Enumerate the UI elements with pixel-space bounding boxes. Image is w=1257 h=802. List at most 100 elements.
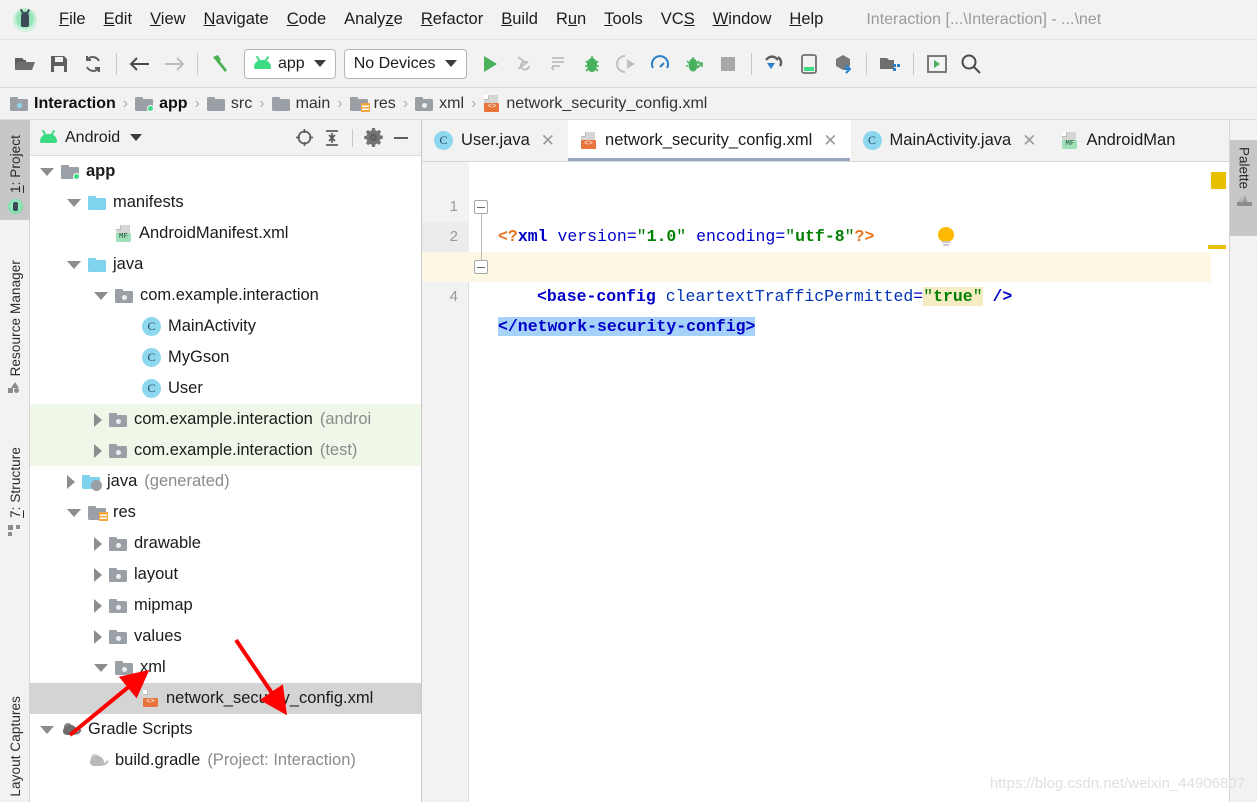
chevron-right-icon[interactable] bbox=[94, 412, 102, 427]
menu-navigate[interactable]: Navigate bbox=[195, 8, 278, 31]
tree-row[interactable]: res bbox=[30, 497, 421, 528]
tree-row[interactable]: com.example.interaction (test) bbox=[30, 435, 421, 466]
breadcrumb-item-app[interactable]: app bbox=[133, 95, 189, 113]
tree-row[interactable]: manifests bbox=[30, 187, 421, 218]
editor-tab-android-manifest[interactable]: MF AndroidMan bbox=[1049, 120, 1188, 161]
sidebar-item-project[interactable]: 1: Project bbox=[0, 120, 30, 220]
hide-panel-icon[interactable] bbox=[387, 124, 415, 152]
tree-row[interactable]: drawable bbox=[30, 528, 421, 559]
tree-row[interactable]: mipmap bbox=[30, 590, 421, 621]
tree-row[interactable]: layout bbox=[30, 559, 421, 590]
chevron-down-icon[interactable] bbox=[67, 260, 81, 269]
chevron-right-icon[interactable] bbox=[94, 567, 102, 582]
menu-file[interactable]: File bbox=[50, 8, 95, 31]
tree-row[interactable]: C User bbox=[30, 373, 421, 404]
open-folder-icon[interactable] bbox=[8, 47, 42, 81]
project-tree[interactable]: app manifests MF AndroidManifest.xml java com… bbox=[30, 156, 421, 802]
tree-row[interactable]: Gradle Scripts bbox=[30, 714, 421, 745]
tree-row[interactable]: C MyGson bbox=[30, 342, 421, 373]
menu-help[interactable]: Help bbox=[780, 8, 832, 31]
locate-target-icon[interactable] bbox=[290, 124, 318, 152]
fold-end-icon[interactable] bbox=[474, 260, 488, 274]
editor-marker-strip[interactable] bbox=[1208, 172, 1229, 802]
tree-row[interactable]: app bbox=[30, 156, 421, 187]
menu-edit[interactable]: Edit bbox=[95, 8, 141, 31]
back-arrow-icon[interactable] bbox=[123, 47, 157, 81]
tree-row[interactable]: com.example.interaction (androi bbox=[30, 404, 421, 435]
chevron-right-icon[interactable] bbox=[94, 443, 102, 458]
tree-row[interactable]: <> network_security_config.xml bbox=[30, 683, 421, 714]
layout-inspector-icon[interactable] bbox=[920, 47, 954, 81]
menu-vcs[interactable]: VCS bbox=[652, 8, 704, 31]
collapse-all-icon[interactable] bbox=[318, 124, 346, 152]
editor-tab-network-security-config[interactable]: <> network_security_config.xml ✕ bbox=[568, 120, 851, 161]
menu-view[interactable]: View bbox=[141, 8, 194, 31]
editor-tab-main-activity[interactable]: C MainActivity.java ✕ bbox=[851, 120, 1050, 161]
breadcrumb-item-xml[interactable]: xml bbox=[413, 95, 466, 113]
device-selector[interactable]: No Devices bbox=[343, 48, 467, 79]
sdk-manager-icon[interactable] bbox=[826, 47, 860, 81]
avd-manager-icon[interactable] bbox=[792, 47, 826, 81]
tree-row[interactable]: build.gradle (Project: Interaction) bbox=[30, 745, 421, 776]
run-icon[interactable] bbox=[473, 47, 507, 81]
debug-icon[interactable] bbox=[575, 47, 609, 81]
sidebar-item-layout-captures[interactable]: Layout Captures bbox=[0, 660, 30, 802]
chevron-down-icon[interactable] bbox=[40, 167, 54, 176]
breadcrumb-item-main[interactable]: main bbox=[270, 95, 333, 113]
chevron-down-icon[interactable] bbox=[94, 663, 108, 672]
menu-refactor[interactable]: Refactor bbox=[412, 8, 492, 31]
debug-attach-icon[interactable] bbox=[677, 47, 711, 81]
sidebar-item-palette[interactable]: Palette bbox=[1230, 140, 1257, 236]
menu-build[interactable]: Build bbox=[492, 8, 547, 31]
breadcrumb-item-res[interactable]: res bbox=[348, 95, 398, 113]
chevron-right-icon[interactable] bbox=[94, 598, 102, 613]
chevron-down-icon[interactable] bbox=[40, 725, 54, 734]
menu-run[interactable]: Run bbox=[547, 8, 595, 31]
tree-row[interactable]: com.example.interaction bbox=[30, 280, 421, 311]
project-structure-icon[interactable] bbox=[873, 47, 907, 81]
menu-code[interactable]: Code bbox=[278, 8, 335, 31]
intention-bulb-icon[interactable] bbox=[938, 227, 954, 247]
tree-row[interactable]: C MainActivity bbox=[30, 311, 421, 342]
editor-tab-user-java[interactable]: C User.java ✕ bbox=[422, 120, 568, 161]
chevron-down-icon[interactable] bbox=[130, 134, 143, 141]
sidebar-item-structure[interactable]: 7: Structure bbox=[0, 412, 30, 542]
tree-row[interactable]: java bbox=[30, 249, 421, 280]
tree-row[interactable]: java (generated) bbox=[30, 466, 421, 497]
module-folder-icon bbox=[61, 164, 80, 180]
chevron-right-icon[interactable] bbox=[67, 474, 75, 489]
sync-icon[interactable] bbox=[76, 47, 110, 81]
hammer-icon[interactable] bbox=[204, 47, 238, 81]
menu-window[interactable]: Window bbox=[704, 8, 781, 31]
profiler-icon[interactable] bbox=[643, 47, 677, 81]
code-editor[interactable]: 1 <?xml version="1.0" encoding="utf-8"?>… bbox=[422, 162, 1229, 802]
menu-analyze[interactable]: Analyze bbox=[335, 8, 412, 31]
tree-row-label: build.gradle bbox=[115, 751, 201, 769]
warning-marker[interactable] bbox=[1211, 172, 1226, 189]
chevron-right-icon[interactable] bbox=[94, 629, 102, 644]
settings-gear-icon[interactable] bbox=[359, 124, 387, 152]
close-icon[interactable]: ✕ bbox=[1022, 131, 1036, 151]
breadcrumb-item-file[interactable]: <> network_security_config.xml bbox=[481, 95, 709, 113]
tree-row[interactable]: MF AndroidManifest.xml bbox=[30, 218, 421, 249]
chevron-down-icon[interactable] bbox=[67, 198, 81, 207]
close-icon[interactable]: ✕ bbox=[823, 131, 837, 151]
menu-tools[interactable]: Tools bbox=[595, 8, 652, 31]
chevron-down-icon[interactable] bbox=[94, 291, 108, 300]
inspection-line-marker[interactable] bbox=[1208, 245, 1226, 249]
save-icon[interactable] bbox=[42, 47, 76, 81]
breadcrumb-item-src[interactable]: src bbox=[205, 95, 254, 113]
sidebar-item-resource-manager[interactable]: Resource Manager bbox=[0, 230, 30, 400]
sync-gradle-icon[interactable] bbox=[758, 47, 792, 81]
fold-collapse-icon[interactable] bbox=[474, 200, 488, 214]
breadcrumb-item-interaction[interactable]: Interaction bbox=[8, 95, 118, 113]
run-configuration-selector[interactable]: app bbox=[244, 48, 336, 79]
tree-row[interactable]: values bbox=[30, 621, 421, 652]
search-icon[interactable] bbox=[954, 47, 988, 81]
project-view-selector-label[interactable]: Android bbox=[65, 129, 120, 147]
chevron-right-icon[interactable] bbox=[94, 536, 102, 551]
chevron-down-icon[interactable] bbox=[67, 508, 81, 517]
tree-row[interactable]: xml bbox=[30, 652, 421, 683]
close-icon[interactable]: ✕ bbox=[541, 131, 555, 151]
tree-row-label: java bbox=[107, 472, 138, 490]
